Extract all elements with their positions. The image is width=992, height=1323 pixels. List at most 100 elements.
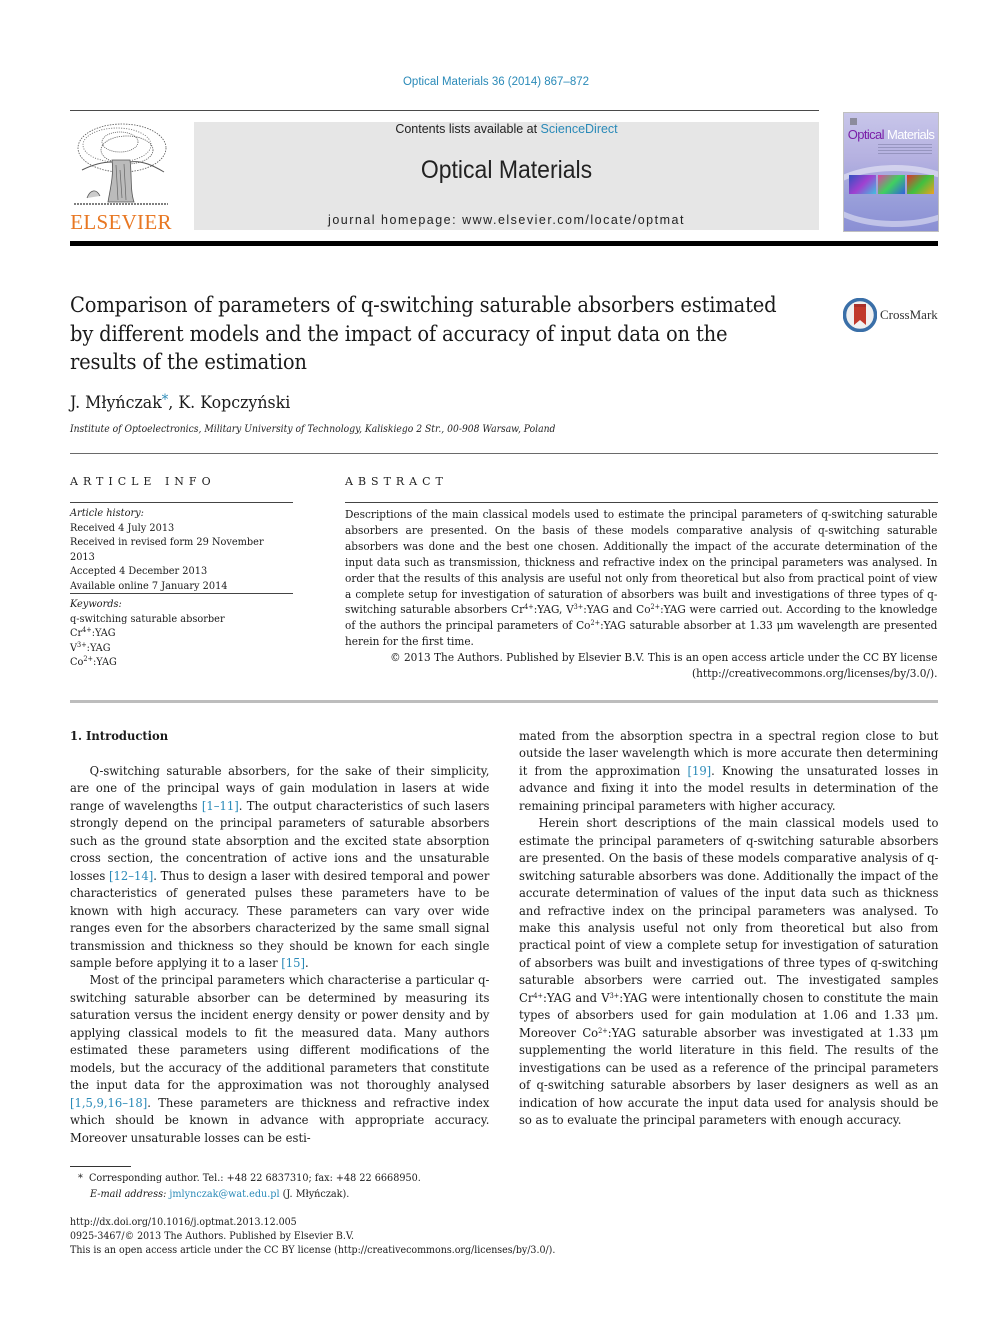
abstract-copyright: © 2013 The Authors. Published by Elsevie… [390,651,938,681]
keyword-suffix: :YAG [86,641,111,654]
keyword-superscript: 3+ [77,640,87,649]
history-item: Available online 7 January 2014 [70,579,228,592]
cover-subtitle-lines [878,144,932,154]
doi-link[interactable]: http://dx.doi.org/10.1016/j.optmat.2013.… [70,1216,297,1230]
footnote-marker: * [78,1172,83,1184]
keyword-item: Cr4+:YAG [70,626,284,641]
keywords-label: Keywords: [70,598,122,610]
keyword-superscript: 4+ [82,626,92,634]
contents-availability: Contents lists available at ScienceDirec… [194,122,819,136]
reference-link[interactable]: [1–11] [202,798,239,813]
author-separator: , [168,393,179,413]
history-item: Received in revised form 29 November 201… [70,536,264,563]
body-text: . [304,954,309,970]
keywords: Keywords: q-switching saturable absorber… [70,597,284,670]
keyword-text: Cr [70,627,83,639]
email-footnote: E-mail address: jmlynczak@wat.edu.pl (J.… [90,1186,349,1202]
superscript: 4+ [524,603,534,612]
email-link[interactable]: jmlynczak@wat.edu.pl [169,1188,279,1200]
sciencedirect-link[interactable]: ScienceDirect [541,122,618,136]
cover-thumbnail-3 [907,175,934,194]
cover-thumbnail-1 [849,175,876,194]
homepage-prefix: journal homepage: [328,213,463,227]
elsevier-logo[interactable]: ELSEVIER [70,120,172,234]
history-item: Received 4 July 2013 [70,521,175,534]
body-paragraph: mated from the absorption spectra in a s… [519,727,938,814]
abstract-text: :YAG and Co [583,603,651,617]
superscript: 2+ [590,619,601,628]
contents-prefix: Contents lists available at [395,122,541,136]
history-item: Accepted 4 December 2013 [70,565,208,577]
superscript: 2+ [650,603,661,612]
body-text: :YAG saturable absorber was investigated… [519,1024,939,1127]
author-name: J. Młyńczak [70,393,162,413]
author-list: J. Młyńczak*, K. Kopczyński [70,392,290,413]
body-text: Most of the principal parameters which c… [70,972,490,1093]
reference-link[interactable]: [15] [281,955,305,970]
email-suffix: (J. Młyńczak). [279,1188,350,1200]
abstract-rule [345,502,938,503]
footnote-text: Corresponding author. Tel.: +48 22 68373… [88,1172,421,1184]
keyword-suffix: :YAG [91,627,116,639]
article-history: Article history: Received 4 July 2013 Re… [70,506,284,593]
body-column-left: Q-switching saturable absorbers, for the… [70,762,489,1146]
elsevier-wordmark: ELSEVIER [70,210,172,234]
journal-banner: Contents lists available at ScienceDirec… [194,122,819,230]
body-column-right: mated from the absorption spectra in a s… [519,727,938,1128]
abstract-heading: ABSTRACT [345,475,448,488]
body-separator-rule [70,700,938,703]
superscript: 3+ [573,603,584,612]
reference-link[interactable]: [19] [687,763,711,778]
section-heading-introduction: 1. Introduction [70,728,169,743]
journal-title: Optical Materials [420,156,593,184]
keyword-text: q-switching saturable absorber [70,612,225,625]
cover-emblem-icon [850,118,857,125]
journal-cover-image[interactable]: Optical Materials [843,112,939,232]
cover-thumbnail-2 [878,175,905,194]
reference-link[interactable]: [1,5,9,16–18] [70,1095,147,1110]
cover-title-part1: Optical [847,127,885,142]
reference-link[interactable]: [12–14] [109,868,153,883]
superscript: 4+ [533,991,543,1000]
body-paragraph: Herein short descriptions of the main cl… [519,814,938,1128]
abstract-body: Descriptions of the main classical model… [345,507,937,682]
footnote-rule [70,1166,131,1167]
elsevier-tree-icon [74,123,168,205]
license-notice: This is an open access article under the… [70,1245,556,1256]
keyword-text: Co [70,656,84,668]
keywords-rule [70,593,293,594]
keyword-suffix: :YAG [92,656,117,668]
article-info-heading: ARTICLE INFO [70,475,216,488]
keyword-item: V3+:YAG [70,641,284,656]
body-text: :YAG and V [542,989,610,1005]
abstract-text: Descriptions of the main classical model… [345,508,938,617]
keyword-superscript: 2+ [83,655,93,663]
body-paragraph: Q-switching saturable absorbers, for the… [70,762,489,971]
body-paragraph: Most of the principal parameters which c… [70,971,489,1146]
email-label: E-mail address: [90,1188,170,1200]
crossmark-button[interactable]: CrossMark [843,298,943,334]
cover-title: Optical Materials [844,127,938,142]
article-title: Comparison of parameters of q-switching … [70,293,777,374]
keyword-item: Co2+:YAG [70,655,284,670]
header-rule [70,110,819,111]
keyword-text: V [70,641,78,654]
keyword-item: q-switching saturable absorber [70,612,284,627]
superscript: 3+ [609,991,620,1000]
issn-copyright: 0925-3467/© 2013 The Authors. Published … [70,1231,355,1242]
author-affiliation: Institute of Optoelectronics, Military U… [70,424,556,435]
cover-title-part2: Materials [886,127,935,142]
journal-homepage: journal homepage: www.elsevier.com/locat… [194,213,819,227]
abstract-text: :YAG, V [533,603,574,617]
section-rule [70,453,938,454]
corresponding-author-footnote: * Corresponding author. Tel.: +48 22 683… [78,1170,421,1186]
crossmark-icon [843,298,877,332]
crossmark-label: CrossMark [880,307,938,322]
article-info-rule [70,502,293,503]
abstract-paragraph: Descriptions of the main classical model… [345,507,937,650]
article-history-label: Article history: [70,507,144,519]
header-thick-rule [70,241,938,246]
journal-citation-link[interactable]: Optical Materials 36 (2014) 867–872 [0,76,992,88]
superscript: 2+ [598,1026,608,1035]
homepage-link[interactable]: www.elsevier.com/locate/optmat [462,213,685,227]
